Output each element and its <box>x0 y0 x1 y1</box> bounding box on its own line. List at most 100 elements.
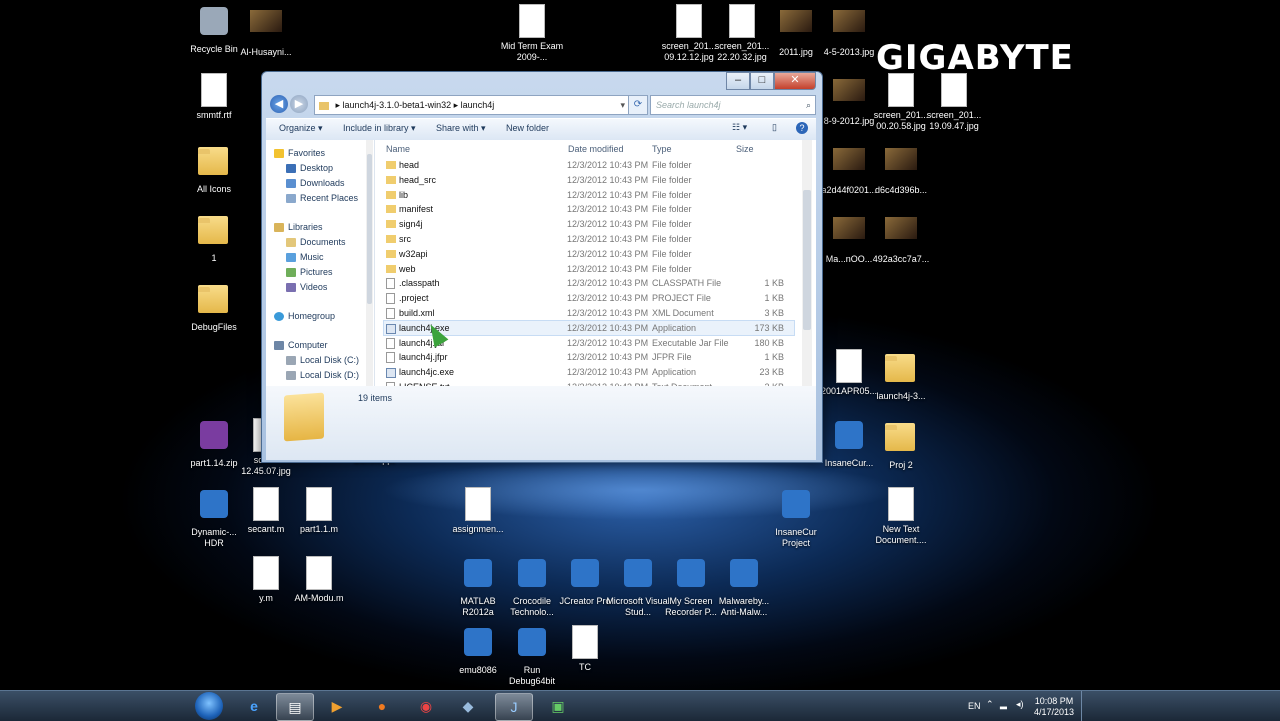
nav-homegroup[interactable]: Homegroup <box>274 309 335 323</box>
breadcrumb-segment[interactable]: launch4j <box>461 100 495 110</box>
desktop-icon-4-5-2013-jpg[interactable]: 4-5-2013.jpg <box>817 4 881 58</box>
app-taskbar-icon[interactable]: ◆ <box>450 693 486 719</box>
preview-pane-icon[interactable]: ▯ <box>772 122 777 133</box>
chrome-icon[interactable]: ◉ <box>408 693 444 719</box>
column-header-type[interactable]: Type <box>652 144 672 158</box>
file-icon <box>386 293 395 305</box>
column-header-name[interactable]: Name <box>386 144 410 158</box>
file-row[interactable]: .classpath 12/3/2012 10:43 PM CLASSPATH Fi… <box>384 276 794 290</box>
nav-label: Local Disk (C:) <box>300 355 360 365</box>
language-indicator[interactable]: EN <box>968 701 981 711</box>
show-desktop-button[interactable] <box>1081 691 1090 721</box>
desktop-icon-label: DebugFiles <box>191 322 237 332</box>
desktop-icon-label: Proj 2 <box>889 460 913 470</box>
nav-scrollbar[interactable] <box>366 140 373 386</box>
desktop-icon-all-icons[interactable]: All Icons <box>182 142 246 195</box>
network-icon[interactable]: ▂ <box>1000 699 1007 710</box>
desktop-icon-mid-term-exam-2009[interactable]: Mid Term Exam 2009-... <box>500 4 564 62</box>
search-input[interactable]: Search launch4j ⌕ <box>650 95 816 115</box>
desktop-icon-am-modu-m[interactable]: AM-Modu.m <box>287 556 351 604</box>
desktop-icon-492a3cc7a7[interactable]: 492a3cc7a7... <box>869 211 933 265</box>
file-row[interactable]: launch4jc.exe 12/3/2012 10:43 PM Applicati… <box>384 365 794 379</box>
column-header-size[interactable]: Size <box>736 144 754 158</box>
nav-local-disk-d[interactable]: Local Disk (D:) <box>286 368 359 382</box>
close-button[interactable]: ✕ <box>774 72 816 90</box>
nav-videos[interactable]: Videos <box>286 280 327 294</box>
nav-computer[interactable]: Computer <box>274 338 328 352</box>
tray-expand-icon[interactable]: ⌃ <box>986 699 994 710</box>
file-row[interactable]: build.xml 12/3/2012 10:43 PM XML Document 3… <box>384 306 794 320</box>
file-row[interactable]: src 12/3/2012 10:43 PM File folder <box>384 232 794 246</box>
desktop-icon-smmtf-rtf[interactable]: smmtf.rtf <box>182 73 246 121</box>
forward-button[interactable]: ▶ <box>290 95 308 113</box>
file-row[interactable]: w32api 12/3/2012 10:43 PM File folder <box>384 247 794 261</box>
maximize-button[interactable]: □ <box>750 72 774 90</box>
desktop-icon-tc[interactable]: TC <box>553 625 617 673</box>
desktop-icon-label: Malwareby... Anti-Malw... <box>718 596 770 617</box>
explorer-window: – □ ✕ ◀ ▶ ▸ launch4j-3.1.0-beta1-win32 ▸… <box>261 71 823 463</box>
desktop-icon-part1-1-m[interactable]: part1.1.m <box>287 487 351 535</box>
chevron-right-icon: ▸ <box>335 100 343 110</box>
firefox-icon[interactable]: ● <box>364 693 400 719</box>
scroll-thumb[interactable] <box>367 154 372 304</box>
jcreator-taskbar-icon[interactable]: J <box>495 693 533 721</box>
refresh-icon[interactable]: ⟳ <box>628 95 648 115</box>
start-button[interactable] <box>195 692 223 720</box>
file-row[interactable]: .project 12/3/2012 10:43 PM PROJECT File 1 … <box>384 291 794 305</box>
share-with-button[interactable]: Share with ▾ <box>436 123 486 134</box>
desktop-icon-new-text-document[interactable]: New Text Document.... <box>869 487 933 545</box>
desktop-icon-assignmen[interactable]: assignmen... <box>446 487 510 535</box>
chevron-down-icon[interactable]: ▾ <box>620 96 625 114</box>
file-row[interactable]: web 12/3/2012 10:43 PM File folder <box>384 262 794 276</box>
nav-favorites[interactable]: Favorites <box>274 146 325 160</box>
minimize-button[interactable]: – <box>726 72 750 90</box>
view-options-icon[interactable]: ☷ ▾ <box>732 122 747 133</box>
address-bar[interactable]: ▸ launch4j-3.1.0-beta1-win32 ▸ launch4j … <box>314 95 630 115</box>
nav-downloads[interactable]: Downloads <box>286 176 345 190</box>
file-type: File folder <box>652 160 692 170</box>
file-row[interactable]: head 12/3/2012 10:43 PM File folder <box>384 158 794 172</box>
nav-music[interactable]: Music <box>286 250 324 264</box>
clock[interactable]: 10:08 PM 4/17/2013 <box>1034 696 1074 718</box>
file-size: 173 KB <box>754 322 784 333</box>
file-row[interactable]: lib 12/3/2012 10:43 PM File folder <box>384 188 794 202</box>
desktop-icon-al-husayni[interactable]: Al-Husayni... <box>234 4 298 58</box>
nav-pictures[interactable]: Pictures <box>286 265 333 279</box>
desktop-icon-screen-201-19-09-47-jpg[interactable]: screen_201... 19.09.47.jpg <box>922 73 986 131</box>
desktop-icon-malwareby-anti-malw[interactable]: Malwareby... Anti-Malw... <box>712 556 776 617</box>
help-icon[interactable]: ? <box>796 122 808 134</box>
organize-button[interactable]: Organize ▾ <box>279 123 323 134</box>
desktop-icon-launch4j-3[interactable]: launch4j-3... <box>869 349 933 402</box>
nav-recent-places[interactable]: Recent Places <box>286 191 358 205</box>
app-icon <box>569 559 601 593</box>
nav-local-disk-c[interactable]: Local Disk (C:) <box>286 353 359 367</box>
nav-desktop[interactable]: Desktop <box>286 161 333 175</box>
file-row[interactable]: launch4j.jfpr 12/3/2012 10:43 PM JFPR File… <box>384 350 794 364</box>
file-row[interactable]: launch4j.exe 12/3/2012 10:43 PM Applicatio… <box>383 319 795 336</box>
media-player-icon[interactable]: ▶ <box>319 693 355 719</box>
new-folder-button[interactable]: New folder <box>506 123 549 133</box>
folder-icon <box>284 392 324 442</box>
file-row[interactable]: head_src 12/3/2012 10:43 PM File folder <box>384 173 794 187</box>
desktop-icon-proj-2[interactable]: Proj 2 <box>869 418 933 471</box>
desktop-icon-d6c4d396b[interactable]: d6c4d396b... <box>869 142 933 196</box>
file-row[interactable]: manifest 12/3/2012 10:43 PM File folder <box>384 202 794 216</box>
nav-documents[interactable]: Documents <box>286 235 346 249</box>
back-button[interactable]: ◀ <box>270 95 288 113</box>
internet-explorer-icon[interactable]: e <box>236 693 272 719</box>
clock-date: 4/17/2013 <box>1034 707 1075 717</box>
column-header-date[interactable]: Date modified <box>568 144 624 158</box>
desktop-icon-insanecur-project[interactable]: InsaneCur Project <box>764 487 828 548</box>
file-scrollbar[interactable] <box>802 140 812 386</box>
explorer-taskbar-icon[interactable]: ▤ <box>276 693 314 721</box>
desktop-icon-debugfiles[interactable]: DebugFiles <box>182 280 246 333</box>
breadcrumb-segment[interactable]: launch4j-3.1.0-beta1-win32 <box>343 100 452 110</box>
scroll-thumb[interactable] <box>803 190 811 330</box>
include-in-library-button[interactable]: Include in library ▾ <box>343 123 416 134</box>
desktop-icon-label: part1.1.m <box>299 524 339 534</box>
file-row[interactable]: sign4j 12/3/2012 10:43 PM File folder <box>384 217 794 231</box>
recorder-taskbar-icon[interactable]: ▣ <box>540 693 576 719</box>
volume-icon[interactable]: ◂) <box>1016 699 1024 710</box>
nav-libraries[interactable]: Libraries <box>274 220 323 234</box>
desktop-icon-1[interactable]: 1 <box>182 211 246 264</box>
